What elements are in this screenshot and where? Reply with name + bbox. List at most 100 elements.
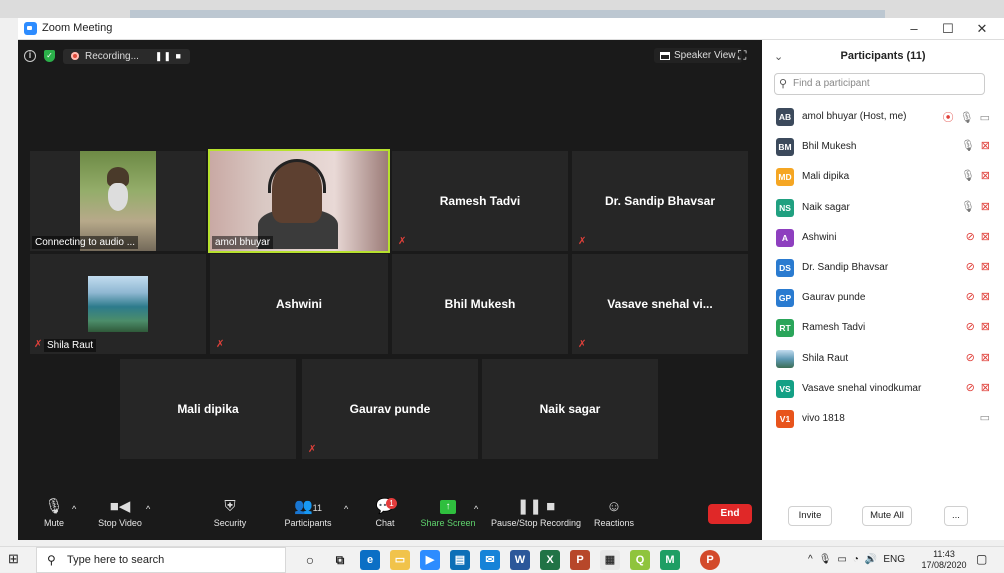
- share-options-chevron-icon[interactable]: ^: [474, 504, 478, 514]
- encryption-shield-icon[interactable]: ✓: [44, 50, 55, 62]
- system-clock[interactable]: 11:43 17/08/2020: [920, 549, 968, 571]
- minimize-button[interactable]: –: [896, 18, 932, 40]
- tray-battery-icon[interactable]: ▭: [837, 554, 846, 565]
- close-button[interactable]: ✕: [964, 18, 1000, 40]
- mute-all-button[interactable]: Mute All: [862, 506, 912, 526]
- recording-controls[interactable]: ❚❚ ■: [155, 51, 182, 62]
- camera-off-icon[interactable]: ⊠: [981, 260, 990, 273]
- find-participant-input[interactable]: ⚲ Find a participant: [774, 73, 985, 95]
- mendeley-icon[interactable]: M: [660, 550, 680, 570]
- audio-options-chevron-icon[interactable]: ^: [72, 504, 76, 514]
- video-options-chevron-icon[interactable]: ^: [146, 504, 150, 514]
- mic-muted-icon[interactable]: ⊘: [966, 381, 975, 394]
- windows-start-icon[interactable]: ⊞: [8, 552, 22, 566]
- info-icon[interactable]: i: [24, 50, 36, 62]
- participant-row[interactable]: RT Ramesh Tadvi ⊘ ⊠: [762, 313, 1004, 343]
- tray-volume-icon[interactable]: 🔊: [865, 554, 877, 565]
- tray-wifi-icon[interactable]: ◔: [853, 554, 859, 565]
- video-tile-naik[interactable]: Naik sagar: [482, 359, 658, 459]
- camera-off-icon[interactable]: ⊠: [981, 351, 990, 364]
- security-button[interactable]: ⛨ Security: [210, 496, 250, 528]
- participant-row[interactable]: V1 vivo 1818 ▭: [762, 404, 1004, 434]
- mic-icon[interactable]: 🎙: [961, 139, 975, 152]
- file-explorer-icon[interactable]: ▭: [390, 550, 410, 570]
- participant-row[interactable]: AB amol bhuyar (Host, me) ⦿ 🎙 ▭: [762, 102, 1004, 132]
- zoom-taskbar-icon[interactable]: ▶: [420, 550, 440, 570]
- participant-row[interactable]: DS Dr. Sandip Bhavsar ⊘ ⊠: [762, 253, 1004, 283]
- end-meeting-button[interactable]: End: [708, 504, 752, 524]
- video-tile-vasave[interactable]: Vasave snehal vi... ✗: [572, 254, 748, 354]
- camera-off-icon[interactable]: ⊠: [981, 169, 990, 182]
- fullscreen-icon[interactable]: ⛶: [738, 49, 750, 62]
- share-screen-button[interactable]: ↑ Share Screen: [420, 496, 476, 528]
- share-screen-label: Share Screen: [420, 518, 476, 528]
- participant-status-icons: ▭: [980, 411, 990, 424]
- taskbar-search-input[interactable]: ⚲ Type here to search: [36, 547, 286, 573]
- speaker-view-button[interactable]: Speaker View: [654, 48, 742, 63]
- video-tile-gaurav[interactable]: Gaurav punde ✗: [302, 359, 478, 459]
- mic-muted-icon[interactable]: ⊘: [966, 351, 975, 364]
- participant-name: Ashwini: [802, 231, 837, 243]
- mail-icon[interactable]: ✉: [480, 550, 500, 570]
- video-tile-shila[interactable]: ✗ Shila Raut: [30, 254, 206, 354]
- pause-stop-recording-button[interactable]: ❚❚ ■ Pause/Stop Recording: [490, 496, 582, 528]
- stop-video-label: Stop Video: [98, 518, 142, 528]
- pdf-icon[interactable]: P: [700, 550, 720, 570]
- mic-icon[interactable]: 🎙: [961, 200, 975, 213]
- excel-icon[interactable]: X: [540, 550, 560, 570]
- notifications-icon[interactable]: ▢: [976, 552, 987, 566]
- camera-off-icon[interactable]: ⊠: [981, 290, 990, 303]
- video-tile-amol[interactable]: amol bhuyar: [208, 149, 390, 253]
- participants-icon: 👥11: [293, 498, 323, 515]
- participant-row[interactable]: BM Bhil Mukesh 🎙 ⊠: [762, 132, 1004, 162]
- clock-date: 17/08/2020: [921, 560, 967, 570]
- participant-row[interactable]: Shila Raut ⊘ ⊠: [762, 344, 1004, 374]
- stop-video-button[interactable]: ■◀ Stop Video: [94, 496, 146, 528]
- store-icon[interactable]: ▤: [450, 550, 470, 570]
- maximize-button[interactable]: ☐: [930, 18, 966, 40]
- mic-icon[interactable]: 🎙: [960, 111, 974, 124]
- reactions-button[interactable]: ☺ Reactions: [592, 496, 636, 528]
- more-options-button[interactable]: ...: [944, 506, 968, 526]
- participants-button[interactable]: 👥11 Participants: [282, 496, 334, 528]
- tray-chevron-icon[interactable]: ^: [808, 554, 813, 565]
- participant-row[interactable]: NS Naik sagar 🎙 ⊠: [762, 193, 1004, 223]
- language-indicator[interactable]: ENG: [883, 554, 905, 565]
- camera-off-icon[interactable]: ⊠: [981, 320, 990, 333]
- mic-muted-icon[interactable]: ⊘: [966, 260, 975, 273]
- invite-button[interactable]: Invite: [788, 506, 832, 526]
- participant-row[interactable]: GP Gaurav punde ⊘ ⊠: [762, 283, 1004, 313]
- mic-muted-icon[interactable]: ⊘: [966, 230, 975, 243]
- participants-chevron-icon[interactable]: ^: [344, 504, 348, 514]
- participant-row[interactable]: MD Mali dipika 🎙 ⊠: [762, 162, 1004, 192]
- qgis-icon[interactable]: Q: [630, 550, 650, 570]
- video-tile-ramesh[interactable]: Ramesh Tadvi ✗: [392, 151, 568, 251]
- camera-icon[interactable]: ▭: [980, 111, 990, 124]
- camera-icon[interactable]: ▭: [980, 411, 990, 424]
- word-icon[interactable]: W: [510, 550, 530, 570]
- camera-off-icon[interactable]: ⊠: [981, 230, 990, 243]
- camera-off-icon[interactable]: ⊠: [981, 200, 990, 213]
- avatar: [776, 349, 794, 368]
- paint-icon[interactable]: ▦: [600, 550, 620, 570]
- video-tile-connecting[interactable]: Connecting to audio ...: [30, 151, 206, 251]
- task-view-icon[interactable]: ⧉: [330, 550, 350, 570]
- mic-muted-icon[interactable]: ⊘: [966, 320, 975, 333]
- participant-row[interactable]: VS Vasave snehal vinodkumar ⊘ ⊠: [762, 374, 1004, 404]
- chat-button[interactable]: 💬 1 Chat: [370, 496, 400, 528]
- powerpoint-icon[interactable]: P: [570, 550, 590, 570]
- mute-button[interactable]: 🎙 Mute: [36, 496, 72, 528]
- mic-muted-icon[interactable]: ⊘: [966, 290, 975, 303]
- tray-mic-icon[interactable]: 🎙: [819, 554, 832, 565]
- participant-row[interactable]: A Ashwini ⊘ ⊠: [762, 223, 1004, 253]
- video-tile-bhil[interactable]: Bhil Mukesh: [392, 254, 568, 354]
- camera-off-icon[interactable]: ⊠: [981, 381, 990, 394]
- video-tile-ashwini[interactable]: Ashwini ✗: [210, 254, 388, 354]
- mic-icon[interactable]: 🎙: [961, 169, 975, 182]
- cortana-icon[interactable]: ○: [300, 550, 320, 570]
- video-tile-mali[interactable]: Mali dipika: [120, 359, 296, 459]
- edge-browser-icon[interactable]: e: [360, 550, 380, 570]
- chat-label: Chat: [375, 518, 395, 528]
- video-tile-sandip[interactable]: Dr. Sandip Bhavsar ✗: [572, 151, 748, 251]
- camera-off-icon[interactable]: ⊠: [981, 139, 990, 152]
